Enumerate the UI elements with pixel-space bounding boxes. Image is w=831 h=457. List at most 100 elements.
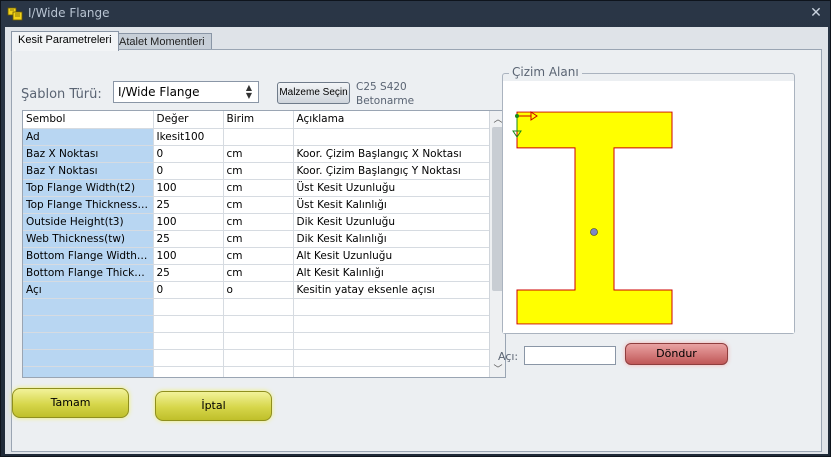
table-row[interactable]: Bottom Flange Thicknes... 25 cm Alt Kesit K… [23,264,491,282]
cell-unit[interactable]: cm [223,196,294,214]
cell-unit[interactable]: cm [223,179,294,197]
cell-symbol[interactable]: Web Thickness(tw) [23,230,154,248]
i-beam-shape [516,111,673,325]
cell-value[interactable] [153,332,224,350]
cell-unit[interactable] [223,349,294,367]
cell-value[interactable] [153,366,224,377]
table-row-empty[interactable] [23,298,491,316]
cell-symbol[interactable]: Top Flange Thickness(tf) [23,196,154,214]
cell-description[interactable] [293,349,491,367]
cell-description[interactable]: Üst Kesit Kalınlığı [293,196,491,214]
cell-symbol[interactable] [23,332,154,350]
table-row-empty[interactable] [23,366,491,377]
table-row-empty[interactable] [23,349,491,367]
cell-unit[interactable] [223,128,294,146]
section-drawing [512,111,673,325]
select-material-button[interactable]: Malzeme Seçin [277,82,350,104]
rotate-button[interactable]: Döndur [625,343,728,365]
table-row[interactable]: Outside Height(t3) 100 cm Dik Kesit Uzunluğ… [23,213,491,231]
table-row[interactable]: Açı 0 o Kesitin yatay eksenle açısı [23,281,491,299]
table-row[interactable]: Top Flange Thickness(tf) 25 cm Üst Kesit Ka… [23,196,491,214]
cell-symbol[interactable]: Outside Height(t3) [23,213,154,231]
angle-input[interactable] [524,346,616,365]
app-icon [7,7,23,21]
title-bar[interactable]: I/Wide Flange ✕ [1,1,831,27]
cell-value[interactable] [153,298,224,316]
cell-symbol[interactable]: Baz X Noktası [23,145,154,163]
cell-description[interactable] [293,315,491,333]
table-row[interactable]: Baz X Noktası 0 cm Koor. Çizim Başlangıç X … [23,145,491,163]
column-header-value[interactable]: Değer [153,111,224,129]
column-header-description[interactable]: Açıklama [293,111,491,129]
cell-symbol[interactable] [23,298,154,316]
table-header-row: Sembol Değer Birim Açıklama [23,111,491,129]
column-header-symbol[interactable]: Sembol [23,111,154,129]
table-row[interactable]: Ad Ikesit100 [23,128,491,146]
cell-description[interactable]: Koor. Çizim Başlangıç Y Noktası [293,162,491,180]
cell-unit[interactable] [223,366,294,377]
spin-arrows-icon[interactable]: ▲ ▼ [242,84,256,100]
parameter-table: Sembol Değer Birim Açıklama Ad Ikesit100 B… [23,111,491,377]
cell-value[interactable]: 100 [153,179,224,197]
cell-value[interactable] [153,315,224,333]
cell-symbol[interactable]: Baz Y Noktası [23,162,154,180]
cell-description[interactable] [293,298,491,316]
cell-description[interactable]: Dik Kesit Uzunluğu [293,213,491,231]
cell-symbol[interactable]: Ad [23,128,154,146]
cell-symbol[interactable] [23,349,154,367]
cell-unit[interactable]: o [223,281,294,299]
table-row-empty[interactable] [23,315,491,333]
cell-description[interactable]: Koor. Çizim Başlangıç X Noktası [293,145,491,163]
cell-value[interactable]: 0 [153,162,224,180]
cell-symbol[interactable]: Top Flange Width(t2) [23,179,154,197]
chevron-down-icon[interactable]: ﹀ [490,362,505,376]
cell-symbol[interactable]: Bottom Flange Thicknes... [23,264,154,282]
material-grade: C25 S420 [356,81,407,93]
cell-description[interactable] [293,128,491,146]
cell-symbol[interactable] [23,366,154,377]
column-header-unit[interactable]: Birim [223,111,294,129]
cell-value[interactable]: 100 [153,247,224,265]
material-type: Betonarme [356,95,415,107]
cell-value[interactable]: 25 [153,264,224,282]
cell-description[interactable] [293,332,491,350]
drawing-canvas[interactable] [503,81,794,333]
close-icon[interactable]: ✕ [808,5,824,21]
cell-description[interactable]: Kesitin yatay eksenle açısı [293,281,491,299]
cell-symbol[interactable]: Bottom Flange Width(t2b) [23,247,154,265]
table-row[interactable]: Bottom Flange Width(t2b) 100 cm Alt Kesit U… [23,247,491,265]
table-row-empty[interactable] [23,332,491,350]
cell-description[interactable]: Dik Kesit Kalınlığı [293,230,491,248]
cell-unit[interactable]: cm [223,213,294,231]
cell-description[interactable]: Alt Kesit Kalınlığı [293,264,491,282]
cell-symbol[interactable]: Açı [23,281,154,299]
cell-description[interactable] [293,366,491,377]
cell-description[interactable]: Alt Kesit Uzunluğu [293,247,491,265]
cell-value[interactable]: 100 [153,213,224,231]
cell-unit[interactable] [223,315,294,333]
template-select[interactable]: I/Wide Flange ▲ ▼ [113,81,259,103]
cell-unit[interactable]: cm [223,264,294,282]
parameter-grid[interactable]: Sembol Değer Birim Açıklama Ad Ikesit100 B… [22,110,506,378]
cell-value[interactable]: Ikesit100 [153,128,224,146]
cell-unit[interactable] [223,332,294,350]
cell-description[interactable]: Üst Kesit Uzunluğu [293,179,491,197]
cell-value[interactable]: 25 [153,196,224,214]
cell-symbol[interactable] [23,315,154,333]
cancel-button[interactable]: İptal [155,391,272,421]
cell-unit[interactable]: cm [223,230,294,248]
cell-unit[interactable]: cm [223,247,294,265]
centroid-marker [590,228,598,236]
tab-kesit-parametreleri[interactable]: Kesit Parametreleri [11,31,119,51]
cell-unit[interactable] [223,298,294,316]
table-row[interactable]: Web Thickness(tw) 25 cm Dik Kesit Kalınlığı [23,230,491,248]
cell-value[interactable] [153,349,224,367]
table-row[interactable]: Baz Y Noktası 0 cm Koor. Çizim Başlangıç Y … [23,162,491,180]
cell-value[interactable]: 25 [153,230,224,248]
cell-value[interactable]: 0 [153,145,224,163]
cell-unit[interactable]: cm [223,162,294,180]
cell-value[interactable]: 0 [153,281,224,299]
cell-unit[interactable]: cm [223,145,294,163]
table-row[interactable]: Top Flange Width(t2) 100 cm Üst Kesit Uzunl… [23,179,491,197]
ok-button[interactable]: Tamam [12,388,129,418]
